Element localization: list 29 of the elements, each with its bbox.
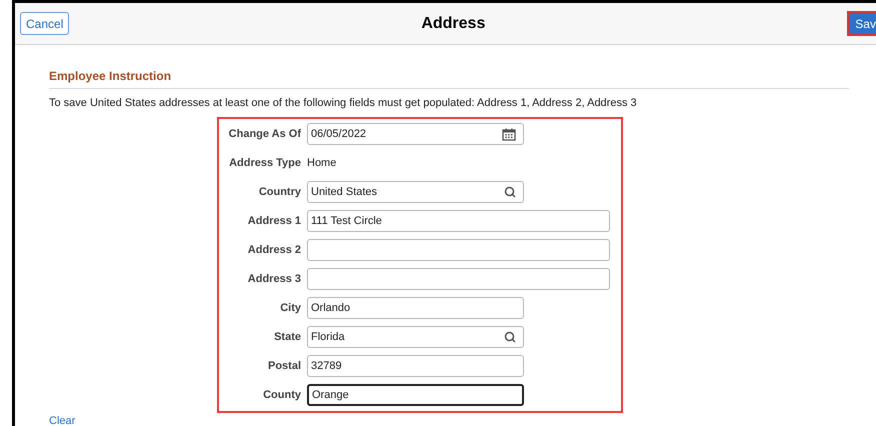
lookup-field[interactable]: Florida [307,326,524,348]
calendar-icon[interactable] [502,128,516,141]
input-field[interactable]: 111 Test Circle [307,210,610,232]
date-field[interactable]: 06/05/2022 [307,123,524,145]
field-label: Address 2 [246,243,302,257]
field-label: City [279,301,302,315]
cancel-button[interactable]: Cancel [20,12,70,35]
field-label: State [273,330,302,344]
lookup-field[interactable]: United States [307,181,524,203]
field-label: Address Type [228,156,302,170]
section-heading: Employee Instruction [49,67,849,89]
search-icon[interactable] [504,186,516,198]
field-label: Address 1 [246,214,302,228]
input-field[interactable] [307,239,610,261]
field-label: Change As Of [228,127,302,141]
field-label: Postal [266,359,302,373]
instruction-text: To save United States addresses at least one of the following fields must get populated: Address 1, Address 2, Address 3 [49,96,638,111]
field-value: Home [307,156,336,170]
input-field[interactable]: Orlando [307,297,524,319]
clear-link[interactable]: Clear [49,414,76,426]
page-title: Address [421,14,486,34]
field-label: Address 3 [246,272,302,286]
search-icon[interactable] [504,331,516,343]
input-field[interactable]: Orange [307,384,524,406]
save-button[interactable]: Sav [847,11,876,36]
input-field[interactable]: 32789 [307,355,524,377]
field-label: Country [258,185,302,199]
field-label: County [262,388,302,402]
input-field[interactable] [307,268,610,290]
